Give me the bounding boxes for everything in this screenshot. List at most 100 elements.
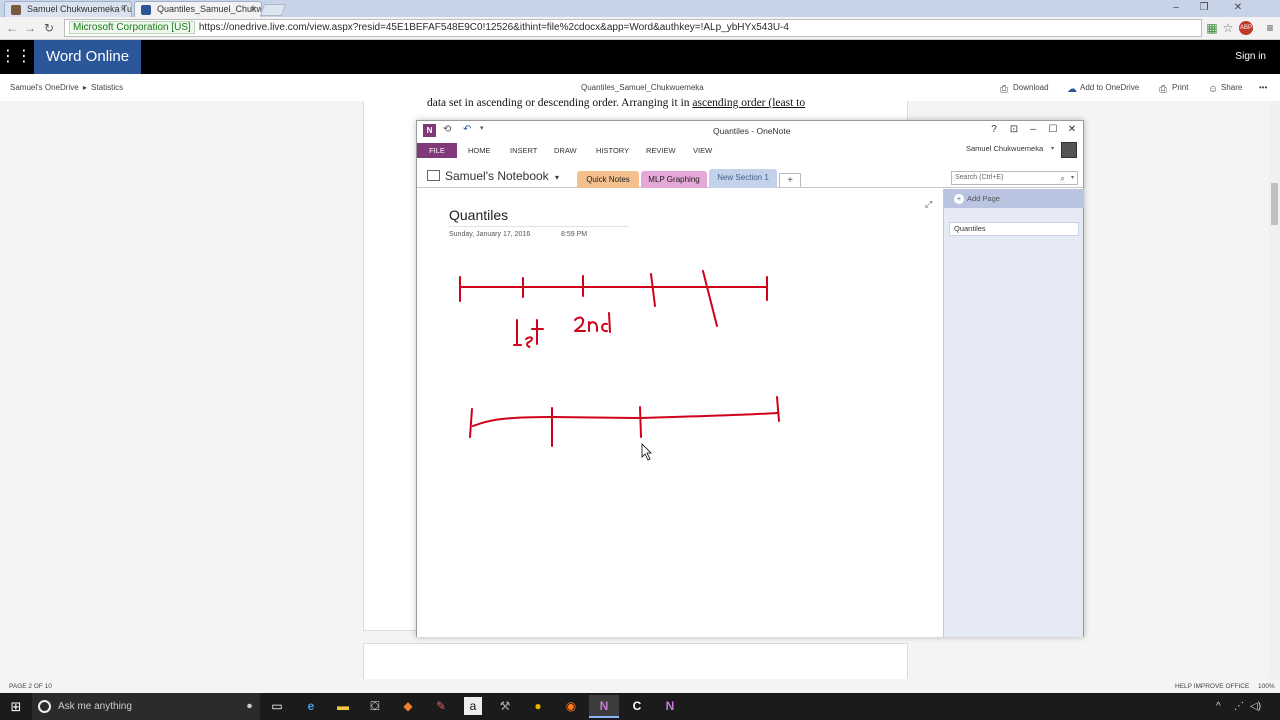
tab-history[interactable]: HISTORY — [596, 143, 629, 158]
tab-home[interactable]: HOME — [468, 143, 491, 158]
body-text-underlined: ascending order (least to — [692, 97, 806, 109]
edge-icon[interactable]: e — [296, 695, 326, 718]
add-page-button[interactable]: + Add Page — [944, 189, 1084, 208]
adblock-icon[interactable]: ABP — [1239, 21, 1253, 35]
onenote-secondary-icon[interactable]: N — [655, 695, 685, 718]
full-screen-icon[interactable]: ⊡ — [1005, 124, 1023, 135]
minimize-icon[interactable]: – — [1024, 124, 1042, 135]
zoom-level[interactable]: 100% — [1258, 683, 1275, 690]
cortana-search-box[interactable]: Ask me anything ⏺ — [32, 693, 260, 720]
printer-icon: ⎙ — [1159, 84, 1167, 95]
browser-tab-1[interactable]: Samuel Chukwuemeka Tu × — [4, 1, 132, 17]
tab-view[interactable]: VIEW — [693, 143, 712, 158]
tab-draw[interactable]: DRAW — [554, 143, 577, 158]
new-tab-button[interactable] — [259, 4, 287, 16]
window-minimize-button[interactable]: – — [1162, 0, 1190, 15]
reload-icon[interactable]: ↻ — [44, 21, 54, 35]
sign-in-link[interactable]: Sign in — [1235, 40, 1266, 74]
more-options-button[interactable]: ••• — [1259, 83, 1267, 92]
tab-close-icon[interactable]: × — [120, 2, 126, 17]
task-view-icon[interactable]: ▭ — [262, 695, 292, 718]
ink-tick — [469, 408, 473, 438]
user-dropdown-icon[interactable]: ▾ — [1051, 145, 1054, 152]
app-launcher-icon[interactable]: ⋮⋮⋮ — [0, 40, 48, 74]
window-close-button[interactable]: ✕ — [1218, 0, 1258, 15]
note-canvas[interactable]: Quantiles Sunday, January 17, 2016 8:59 … — [417, 189, 943, 637]
cortana-placeholder: Ask me anything — [58, 701, 132, 712]
user-name[interactable]: Samuel Chukwuemeka — [966, 144, 1043, 153]
back-icon[interactable]: ← — [6, 21, 18, 35]
back-icon[interactable]: ⟲ — [443, 124, 451, 138]
section-tab-quick-notes[interactable]: Quick Notes — [577, 171, 639, 188]
undo-icon[interactable]: ↶ — [463, 124, 471, 138]
microphone-icon[interactable]: ⏺ — [247, 693, 252, 720]
onenote-ribbon-tabs: FILE HOME INSERT DRAW HISTORY REVIEW VIE… — [417, 141, 1083, 158]
print-button[interactable]: ⎙ Print — [1159, 83, 1188, 95]
quick-access-dropdown-icon[interactable]: ▾ — [480, 124, 484, 138]
browser-tab-2[interactable]: Quantiles_Samuel_Chukw × — [134, 1, 262, 17]
onenote-taskbar-icon[interactable]: N — [589, 695, 619, 718]
maximize-icon[interactable]: ☐ — [1044, 124, 1062, 135]
tab-file[interactable]: FILE — [417, 143, 457, 158]
url-text: https://onedrive.live.com/view.aspx?resi… — [198, 22, 789, 33]
address-bar[interactable]: Microsoft Corporation [US] https://onedri… — [64, 19, 1202, 37]
tab-insert[interactable]: INSERT — [510, 143, 537, 158]
firefox-icon[interactable]: ◉ — [556, 695, 586, 718]
browser-menu-icon[interactable]: ≡ — [1262, 20, 1278, 36]
bookmark-star-icon[interactable]: ☆ — [1220, 20, 1236, 36]
window-restore-button[interactable]: ❐ — [1190, 0, 1218, 15]
search-input[interactable]: Search (Ctrl+E) ⌕ ▾ — [951, 171, 1078, 185]
file-explorer-icon[interactable]: ▬ — [328, 695, 358, 718]
ink-tick — [650, 273, 656, 307]
download-icon: ⎙ — [1000, 84, 1008, 95]
paint-app-icon[interactable]: ✎ — [426, 695, 456, 718]
share-button[interactable]: ☺ Share — [1208, 83, 1242, 95]
search-scope-dropdown-icon[interactable]: ▾ — [1071, 172, 1074, 184]
ink-number-line-2 — [472, 412, 778, 427]
certificate-badge[interactable]: Microsoft Corporation [US] — [69, 21, 195, 34]
section-tab-mlp-graphing[interactable]: MLP Graphing — [641, 171, 707, 188]
chrome-icon[interactable]: ● — [523, 695, 553, 718]
tools-app-icon[interactable]: ⚒ — [490, 695, 520, 718]
start-button[interactable]: ⊞ — [0, 693, 32, 720]
section-tab-new-section-1[interactable]: New Section 1 — [709, 169, 777, 188]
download-button[interactable]: ⎙ Download — [1000, 83, 1049, 95]
word-favicon-icon — [141, 5, 151, 15]
amazon-icon[interactable]: a — [464, 697, 482, 715]
tab-close-icon[interactable]: × — [250, 2, 256, 17]
search-icon[interactable]: ⌕ — [1060, 172, 1065, 184]
notebook-selector[interactable]: Samuel's Notebook ▾ — [427, 169, 559, 183]
help-icon[interactable]: ? — [985, 124, 1003, 135]
app-title[interactable]: Word Online — [34, 40, 141, 74]
breadcrumb-statistics[interactable]: Statistics — [91, 83, 123, 92]
avatar[interactable] — [1061, 142, 1077, 158]
ink-tick — [702, 270, 718, 327]
ink-tick — [639, 406, 642, 438]
tab-review[interactable]: REVIEW — [646, 143, 676, 158]
orange-app-icon[interactable]: ◆ — [393, 695, 423, 718]
help-improve-office-link[interactable]: HELP IMPROVE OFFICE — [1175, 683, 1249, 690]
forward-icon[interactable]: → — [24, 21, 36, 35]
add-to-onedrive-button[interactable]: ☁ Add to OneDrive — [1067, 83, 1139, 95]
tray-chevron-icon[interactable]: ^ — [1216, 693, 1221, 720]
volume-icon[interactable]: ◁) — [1250, 693, 1261, 720]
network-icon[interactable]: ⋰ — [1234, 693, 1244, 720]
vertical-scrollbar[interactable] — [1269, 101, 1280, 679]
document-page-next — [363, 643, 908, 683]
download-label: Download — [1013, 83, 1049, 92]
word-online-header: ⋮⋮⋮ Word Online Sign in — [0, 40, 1280, 74]
windows-taskbar: ⊞ Ask me anything ⏺ ▭ e ▬ ⛋ ◆ ✎ a ⚒ ● ◉ … — [0, 693, 1280, 720]
scrollbar-thumb[interactable] — [1271, 183, 1278, 225]
store-icon[interactable]: ⛋ — [360, 695, 390, 718]
camtasia-icon[interactable]: C — [622, 695, 652, 718]
breadcrumb-onedrive[interactable]: Samuel's OneDrive — [10, 83, 79, 92]
extension-icon[interactable]: ▦ — [1204, 20, 1220, 36]
page-list-item[interactable]: Quantiles — [949, 222, 1079, 236]
page-list-pane: + Add Page Quantiles — [943, 189, 1084, 637]
onenote-titlebar: N ⟲ ↶ ▾ Quantiles - OneNote ? ⊡ – ☐ ✕ — [417, 121, 1083, 141]
notebook-dropdown-icon: ▾ — [555, 173, 560, 182]
onenote-logo-icon: N — [423, 124, 436, 137]
browser-toolbar: ← → ↻ Microsoft Corporation [US] https://… — [0, 17, 1280, 40]
add-section-button[interactable]: + — [779, 173, 801, 187]
close-icon[interactable]: ✕ — [1063, 124, 1081, 135]
